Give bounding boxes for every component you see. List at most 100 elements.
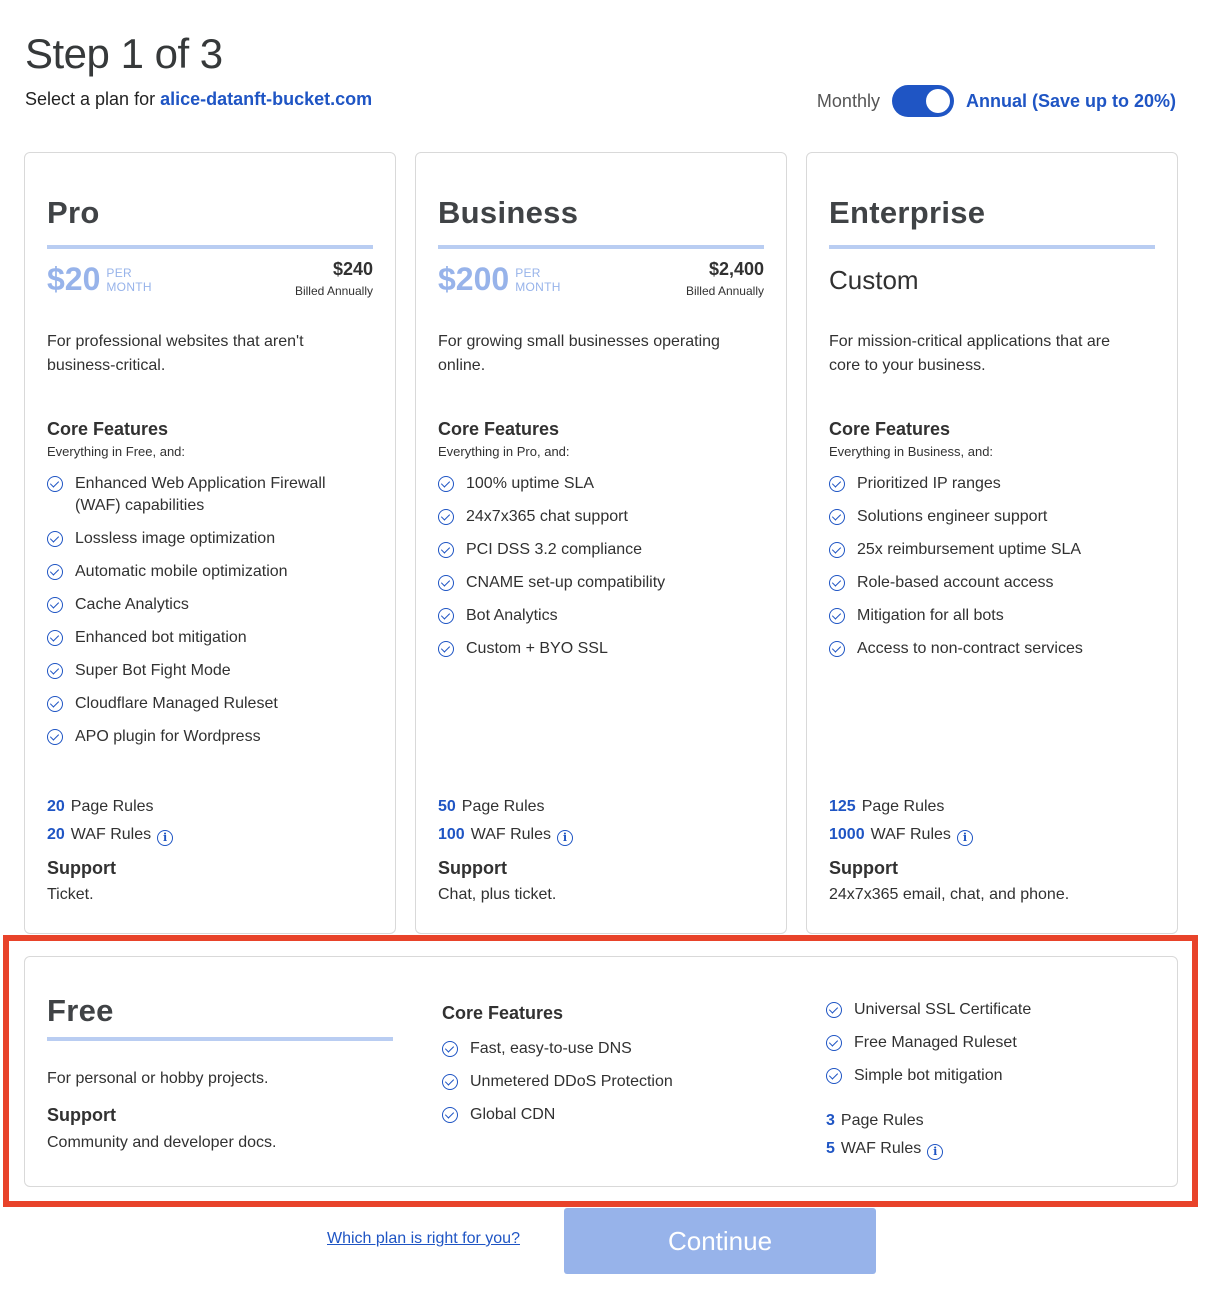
feature-item: Fast, easy-to-use DNS [442, 1038, 673, 1060]
monthly-price: $200 PER MONTH [438, 261, 561, 298]
support-text: 24x7x365 email, chat, and phone. [829, 886, 1070, 903]
plan-name: Free [47, 993, 114, 1028]
core-features-title: Core Features [438, 419, 560, 439]
check-circle-icon [47, 476, 63, 492]
info-circle-icon[interactable]: i [557, 830, 574, 846]
feature-item: Enhanced bot mitigation [47, 627, 373, 649]
support-title: Support [829, 858, 898, 878]
feature-item: Universal SSL Certificate [826, 999, 1031, 1021]
check-circle-icon [438, 608, 454, 624]
core-features-subtitle: Everything in Pro, and: [438, 444, 570, 459]
check-circle-icon [826, 1068, 842, 1084]
check-circle-icon [438, 509, 454, 525]
feature-item: Automatic mobile optimization [47, 561, 373, 583]
plan-help-link[interactable]: Which plan is right for you? [327, 1230, 520, 1248]
feature-item: Lossless image optimization [47, 528, 373, 550]
feature-list: Enhanced Web Application Firewall (WAF) … [47, 473, 373, 759]
rules-summary: 125 Page Rules 1000 WAF Rules i [829, 793, 973, 849]
plan-divider [47, 245, 373, 249]
waf-rules: 20 WAF Rules i [47, 821, 174, 849]
monthly-label[interactable]: Monthly [817, 91, 880, 112]
check-circle-icon [829, 509, 845, 525]
check-circle-icon [47, 531, 63, 547]
plan-divider [438, 245, 764, 249]
info-circle-icon[interactable]: i [956, 830, 973, 846]
check-circle-icon [829, 641, 845, 657]
plan-name: Pro [47, 195, 100, 230]
support-text: Ticket. [47, 886, 94, 903]
check-circle-icon [47, 597, 63, 613]
check-circle-icon [438, 542, 454, 558]
feature-item: Enhanced Web Application Firewall (WAF) … [47, 473, 373, 517]
plan-divider [829, 245, 1155, 249]
monthly-price: $20 PER MONTH [47, 261, 152, 298]
plan-card-free[interactable]: Free For personal or hobby projects. Sup… [24, 956, 1178, 1187]
info-circle-icon[interactable]: i [157, 830, 174, 846]
plan-card-business[interactable]: Business $200 PER MONTH $2,400 Billed Ann… [415, 152, 787, 934]
price-amount: $200 [438, 261, 510, 297]
check-circle-icon [442, 1107, 458, 1123]
waf-rules: 1000 WAF Rules i [829, 821, 973, 849]
annual-total: $2,400 [708, 259, 764, 279]
check-circle-icon [829, 542, 845, 558]
price-period: PER MONTH [515, 265, 561, 294]
price-period: PER MONTH [106, 265, 152, 294]
billing-toggle: Monthly Annual (Save up to 20%) [817, 85, 1176, 117]
check-circle-icon [438, 476, 454, 492]
page-rules: 20 Page Rules [47, 798, 154, 815]
page-rules: 125 Page Rules [829, 798, 945, 815]
annual-price: $2,400 Billed Annually [686, 259, 764, 298]
feature-item: Cache Analytics [47, 594, 373, 616]
check-circle-icon [47, 663, 63, 679]
core-features-title: Core Features [829, 419, 951, 439]
feature-item: Bot Analytics [438, 605, 764, 627]
feature-item: Custom + BYO SSL [438, 638, 764, 660]
annual-label[interactable]: Annual (Save up to 20%) [966, 91, 1176, 112]
rules-summary: 20 Page Rules 20 WAF Rules i [47, 793, 174, 849]
switch-knob [925, 89, 950, 113]
info-circle-icon[interactable]: i [927, 1144, 944, 1160]
continue-button[interactable]: Continue [564, 1208, 876, 1274]
core-features-subtitle: Everything in Business, and: [829, 444, 994, 459]
feature-item: Global CDN [442, 1104, 673, 1126]
check-circle-icon [47, 630, 63, 646]
annual-total: $240 [332, 259, 373, 279]
check-circle-icon [438, 575, 454, 591]
check-circle-icon [829, 608, 845, 624]
annual-price: $240 Billed Annually [295, 259, 373, 298]
check-circle-icon [829, 476, 845, 492]
plan-subtitle: Select a plan for alice-datanft-bucket.c… [25, 89, 372, 110]
page-title: Step 1 of 3 [25, 30, 223, 77]
domain-link[interactable]: alice-datanft-bucket.com [160, 89, 372, 109]
feature-item: 24x7x365 chat support [438, 506, 764, 528]
feature-list: Universal SSL Certificate Free Managed R… [826, 999, 1031, 1098]
billing-period-switch[interactable] [891, 85, 954, 117]
feature-item: Super Bot Fight Mode [47, 660, 373, 682]
feature-item: 100% uptime SLA [438, 473, 764, 495]
page-rules: 50 Page Rules [438, 798, 545, 815]
check-circle-icon [47, 696, 63, 712]
check-circle-icon [47, 729, 63, 745]
check-circle-icon [438, 641, 454, 657]
check-circle-icon [442, 1041, 458, 1057]
plan-card-enterprise[interactable]: Enterprise Custom For mission-critical a… [806, 152, 1178, 934]
core-features-subtitle: Everything in Free, and: [47, 444, 186, 459]
plan-name: Enterprise [829, 195, 986, 230]
feature-item: Simple bot mitigation [826, 1065, 1031, 1087]
feature-item: Cloudflare Managed Ruleset [47, 693, 373, 715]
billed-note: Billed Annually [294, 284, 373, 298]
support-title: Support [47, 1105, 116, 1125]
feature-item: Free Managed Ruleset [826, 1032, 1031, 1054]
feature-item: CNAME set-up compatibility [438, 572, 764, 594]
plan-card-pro[interactable]: Pro $20 PER MONTH $240 Billed Annually Fo… [24, 152, 396, 934]
plan-description: For professional websites that aren't bu… [47, 333, 304, 374]
price-amount: $20 [47, 261, 101, 297]
core-features-title: Core Features [442, 1003, 564, 1023]
feature-item: Access to non-contract services [829, 638, 1155, 660]
page-rules: 3 Page Rules [826, 1112, 924, 1129]
check-circle-icon [826, 1002, 842, 1018]
feature-item: PCI DSS 3.2 compliance [438, 539, 764, 561]
feature-item: Solutions engineer support [829, 506, 1155, 528]
custom-price: Custom [829, 265, 919, 295]
rules-summary: 3 Page Rules 5 WAF Rules i [826, 1107, 944, 1163]
